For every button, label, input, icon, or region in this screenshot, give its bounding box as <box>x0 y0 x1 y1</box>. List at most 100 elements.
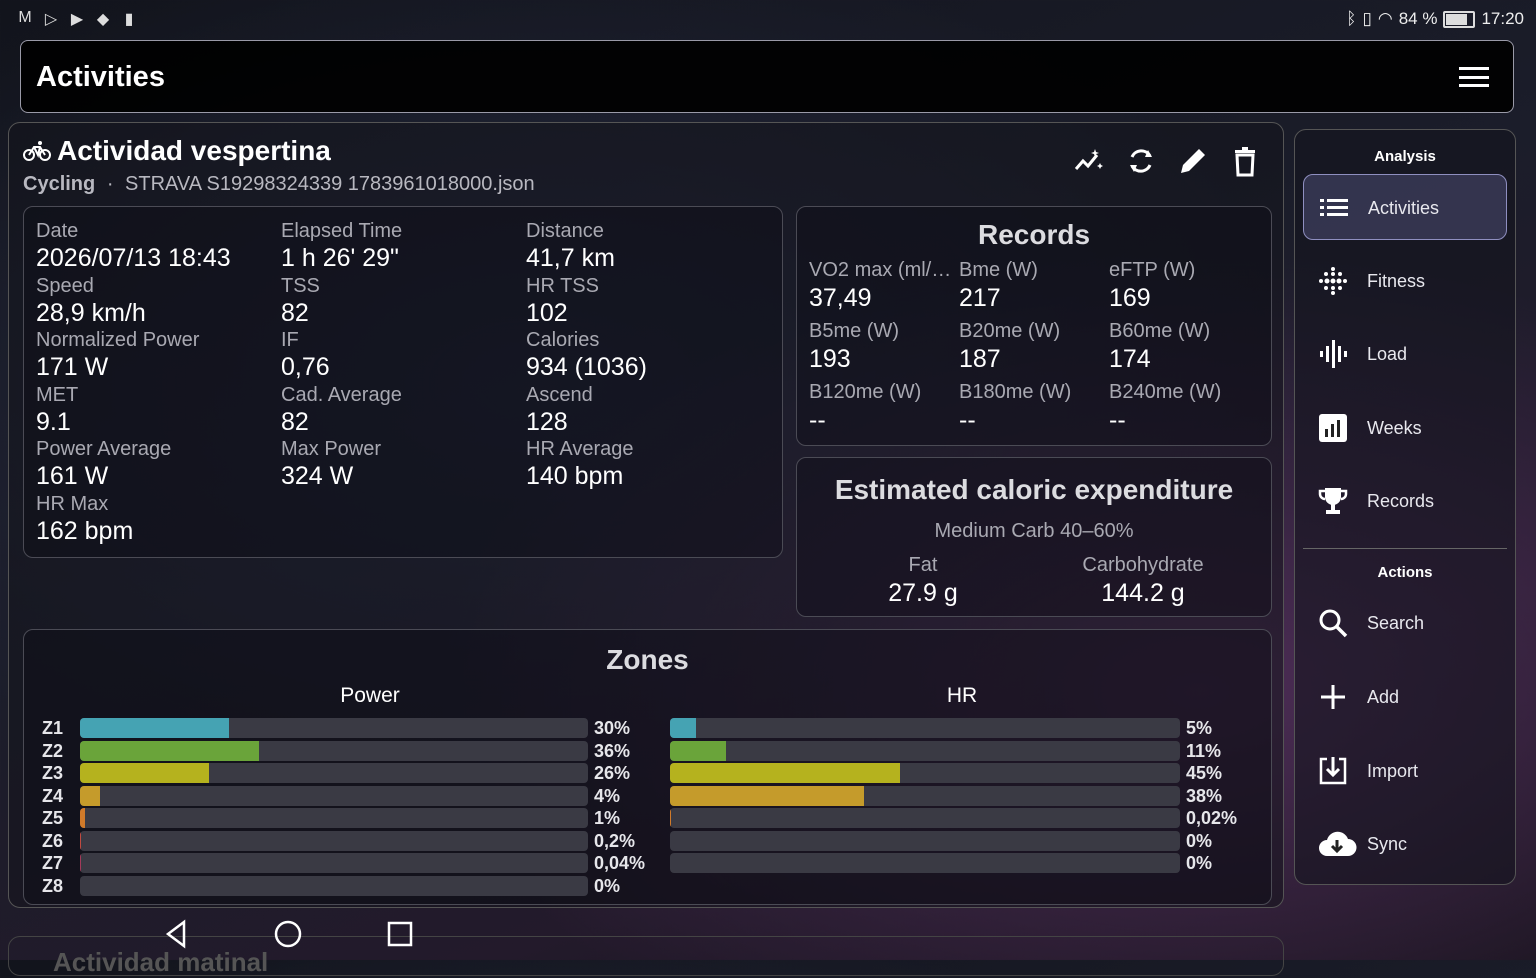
record-value: -- <box>1109 405 1257 435</box>
stat-label: Speed <box>36 274 276 298</box>
stat-item: TSS82 <box>281 274 521 328</box>
figure-icon: ▮ <box>120 9 138 29</box>
sidebar-item-load[interactable]: Load <box>1303 321 1507 387</box>
record-label: B120me (W) <box>809 379 957 405</box>
stat-item: Date2026/07/13 18:43 <box>36 219 276 273</box>
power-zone-fill <box>80 718 229 738</box>
sidebar-divider <box>1303 548 1507 549</box>
stat-value: 128 <box>526 407 766 437</box>
record-value: -- <box>809 405 957 435</box>
hr-zone-bar <box>670 853 1180 873</box>
cloud-download-icon <box>1317 828 1349 860</box>
sidebar-action-label: Search <box>1367 613 1424 634</box>
bicycle-icon <box>23 139 51 163</box>
delete-icon[interactable] <box>1229 145 1261 177</box>
records-title: Records <box>797 219 1271 251</box>
record-item: B240me (W)-- <box>1109 379 1257 435</box>
stat-label: HR TSS <box>526 274 766 298</box>
sidebar-item-label: Activities <box>1368 198 1439 219</box>
stat-label: Ascend <box>526 383 766 407</box>
stat-value: 2026/07/13 18:43 <box>36 243 276 273</box>
sidebar-item-weeks[interactable]: Weeks <box>1303 395 1507 461</box>
stat-item: Distance41,7 km <box>526 219 766 273</box>
stat-item: HR TSS102 <box>526 274 766 328</box>
power-zone-bar <box>80 876 588 896</box>
record-item: eFTP (W)169 <box>1109 257 1257 313</box>
hr-zone-percent: 38% <box>1186 786 1222 807</box>
zones-panel: Zones Power HR Z130%Z236%Z326%Z44%Z51%Z6… <box>23 629 1272 905</box>
power-zone-bar <box>80 763 588 783</box>
power-zone-percent: 0,04% <box>594 853 645 874</box>
clock: 17:20 <box>1481 9 1524 29</box>
home-icon[interactable] <box>272 918 304 950</box>
stat-label: Calories <box>526 328 766 352</box>
power-zone-percent: 30% <box>594 718 630 739</box>
vibrate-icon: ▯ <box>1363 9 1372 29</box>
record-value: 169 <box>1109 283 1257 313</box>
zone-label: Z8 <box>42 876 78 897</box>
edit-icon[interactable] <box>1177 145 1209 177</box>
zone-label: Z1 <box>42 718 78 739</box>
back-icon[interactable] <box>160 918 192 950</box>
power-zone-percent: 26% <box>594 763 630 784</box>
zone-label: Z3 <box>42 763 78 784</box>
record-value: 217 <box>959 283 1107 313</box>
activity-name: Actividad vespertina <box>57 135 331 167</box>
record-label: B240me (W) <box>1109 379 1257 405</box>
power-zone-fill <box>80 741 259 761</box>
stat-item: Speed28,9 km/h <box>36 274 276 328</box>
gmail-icon: M <box>16 9 34 29</box>
sidebar-action-add[interactable]: Add <box>1303 664 1507 730</box>
auto-fix-icon[interactable] <box>1073 145 1105 177</box>
stat-label: Max Power <box>281 437 521 461</box>
stat-item: Normalized Power171 W <box>36 328 276 382</box>
record-label: eFTP (W) <box>1109 257 1257 283</box>
hr-zone-percent: 45% <box>1186 763 1222 784</box>
record-item: B60me (W)174 <box>1109 318 1257 374</box>
sidebar-action-sync[interactable]: Sync <box>1303 811 1507 877</box>
record-value: 187 <box>959 344 1107 374</box>
status-bar: M ▷ ▶ ◆ ▮ ᛒ ▯ ◠ 84 % 17:20 <box>0 0 1536 38</box>
stat-label: IF <box>281 328 521 352</box>
list-icon <box>1318 192 1350 224</box>
hr-zone-bar <box>670 741 1180 761</box>
sidebar-item-activities[interactable]: Activities <box>1303 174 1507 240</box>
waveform-icon <box>1317 338 1349 370</box>
hr-zone-percent: 0% <box>1186 853 1212 874</box>
hr-zone-percent: 5% <box>1186 718 1212 739</box>
power-zone-bar <box>80 831 588 851</box>
sidebar-item-records[interactable]: Records <box>1303 468 1507 534</box>
stat-label: HR Average <box>526 437 766 461</box>
stat-item: Cad. Average82 <box>281 383 521 437</box>
notification-icons: M ▷ ▶ ◆ ▮ <box>16 9 138 29</box>
zone-label: Z7 <box>42 853 78 874</box>
stat-item: HR Max162 bpm <box>36 492 276 546</box>
page-title: Activities <box>36 61 165 94</box>
sidebar-item-label: Load <box>1367 344 1407 365</box>
menu-icon[interactable] <box>1459 67 1489 87</box>
activity-subtitle: Cycling · STRAVA S19298324339 1783961018… <box>23 173 535 196</box>
battery-icon <box>1443 11 1475 28</box>
refresh-icon[interactable] <box>1125 145 1157 177</box>
stat-value: 102 <box>526 298 766 328</box>
sidebar-action-import[interactable]: Import <box>1303 738 1507 804</box>
sidebar-action-search[interactable]: Search <box>1303 590 1507 656</box>
activity-sport: Cycling <box>23 173 95 195</box>
hr-zone-fill <box>670 763 900 783</box>
hr-zones-title: HR <box>670 684 1254 708</box>
record-item: B180me (W)-- <box>959 379 1107 435</box>
hr-zone-bar <box>670 808 1180 828</box>
search-icon <box>1317 607 1349 639</box>
power-zone-percent: 0,2% <box>594 831 635 852</box>
record-value: 174 <box>1109 344 1257 374</box>
actions-header: Actions <box>1295 564 1515 581</box>
activity-toolbar <box>1073 145 1261 177</box>
sidebar-action-label: Import <box>1367 761 1418 782</box>
recents-icon[interactable] <box>384 918 416 950</box>
carb-label: Carbohydrate <box>1043 552 1243 578</box>
stat-label: Normalized Power <box>36 328 276 352</box>
sidebar-item-fitness[interactable]: Fitness <box>1303 248 1507 314</box>
stat-value: 162 bpm <box>36 516 276 546</box>
activity-title: Actividad vespertina <box>23 135 331 167</box>
caloric-subtitle: Medium Carb 40–60% <box>797 520 1271 543</box>
